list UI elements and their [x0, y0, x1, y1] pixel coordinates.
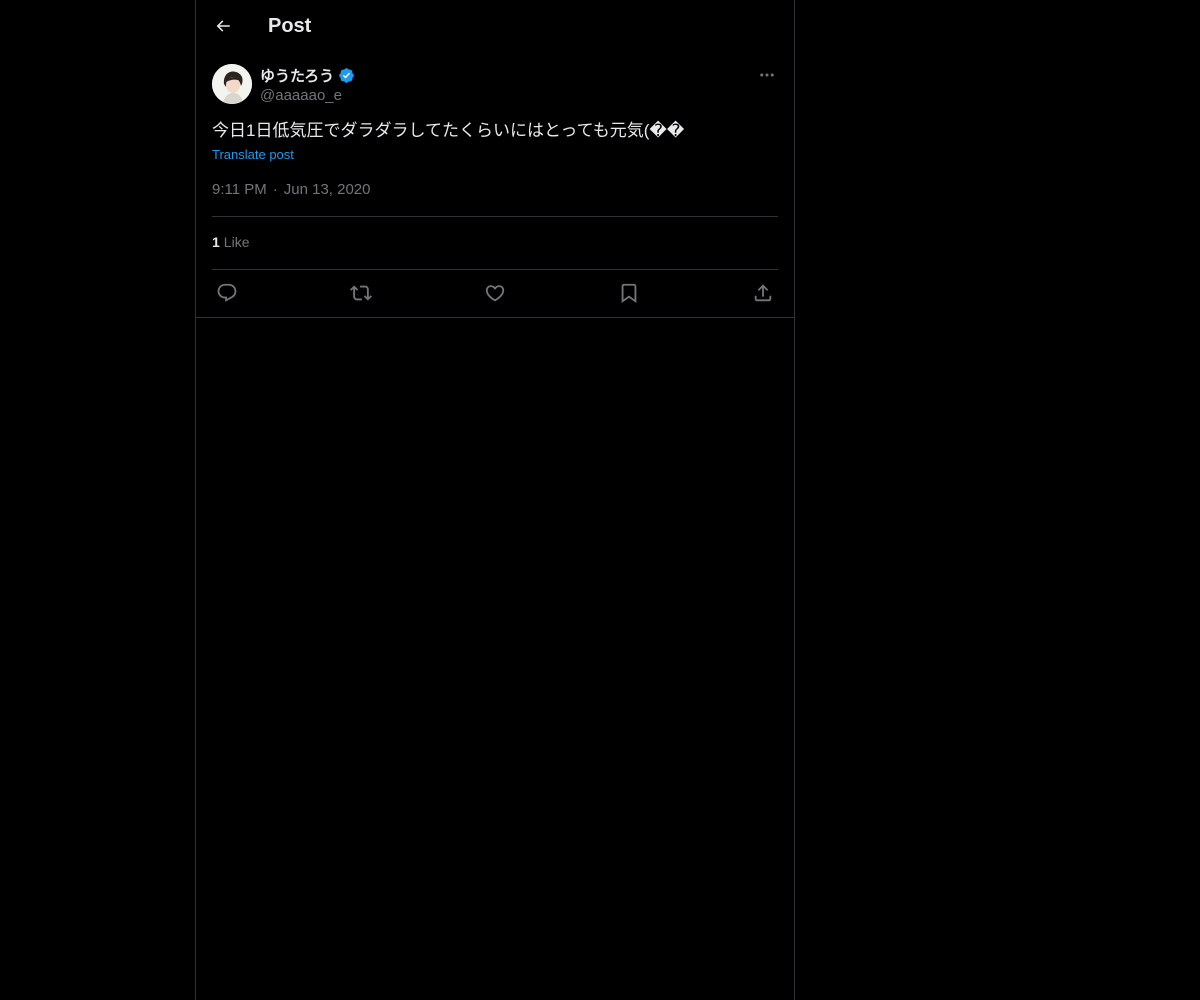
- post-bottom-border: [196, 317, 794, 318]
- post-text: 今日1日低気圧でダラダラしてたくらいにはとっても元気(��: [212, 121, 685, 140]
- post-date[interactable]: Jun 13, 2020: [284, 180, 371, 200]
- author-handle[interactable]: @aaaaao_e: [260, 86, 355, 106]
- repost-button[interactable]: [346, 280, 376, 306]
- avatar[interactable]: [212, 64, 252, 104]
- repost-icon: [350, 285, 372, 301]
- post-detail-column: Post ゆうたろう @aaaaao_e 今日1日低気圧でダラダラしてたくらいに…: [195, 0, 795, 1000]
- likes-label: Like: [223, 234, 250, 250]
- avatar-photo: [212, 64, 252, 104]
- divider: [212, 269, 778, 270]
- likes-count: 1: [212, 234, 220, 250]
- timestamp-separator: ·: [272, 181, 278, 198]
- reply-button[interactable]: [212, 280, 242, 306]
- likes-count-link[interactable]: 1 Like: [212, 232, 249, 252]
- heart-icon: [485, 285, 505, 302]
- bookmark-icon: [621, 283, 637, 304]
- page-header: Post: [196, 0, 794, 53]
- arrow-left-icon: [216, 20, 230, 32]
- post-timestamp: 9:11 PM · Jun 13, 2020: [212, 180, 371, 200]
- translate-post-link[interactable]: Translate post: [212, 147, 294, 163]
- post-time[interactable]: 9:11 PM: [212, 180, 267, 200]
- share-icon: [754, 284, 772, 302]
- page-title: Post: [268, 15, 312, 37]
- bookmark-button[interactable]: [614, 280, 644, 306]
- author-display-name[interactable]: ゆうたろう: [260, 65, 334, 86]
- reply-icon: [217, 283, 237, 302]
- post-actions-bar: [212, 280, 778, 306]
- verified-badge-icon[interactable]: [338, 67, 355, 84]
- author-block: ゆうたろう @aaaaao_e: [260, 65, 355, 106]
- share-button[interactable]: [748, 280, 778, 306]
- more-horizontal-icon: [760, 73, 774, 77]
- more-options-button[interactable]: [756, 64, 778, 86]
- back-button[interactable]: [206, 9, 240, 43]
- like-button[interactable]: [480, 280, 510, 306]
- divider: [212, 216, 778, 217]
- name-row: ゆうたろう: [260, 65, 355, 85]
